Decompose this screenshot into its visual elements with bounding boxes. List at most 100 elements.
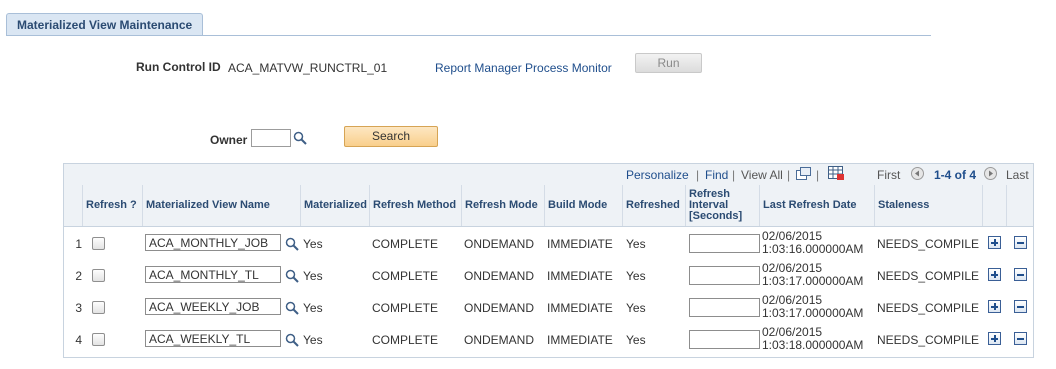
refresh-method-value: COMPLETE [372,333,439,347]
view-lookup-icon[interactable] [285,269,299,283]
build-mode-value: IMMEDIATE [547,301,613,315]
refresh-checkbox[interactable] [92,269,105,282]
refresh-mode-value: ONDEMAND [464,333,535,347]
run-button[interactable]: Run [635,53,702,73]
toolbar-separator: | [696,168,700,182]
header-add [983,185,1007,226]
refresh-mode-value: ONDEMAND [464,301,535,315]
view-all-link[interactable]: View All [741,168,783,182]
refresh-checkbox[interactable] [92,333,105,346]
header-rownum [64,185,83,226]
delete-row-icon[interactable] [1014,300,1027,313]
refresh-interval-field[interactable] [689,330,760,349]
view-lookup-icon[interactable] [285,301,299,315]
header-staleness: Staleness [875,185,983,226]
refresh-mode-value: ONDEMAND [464,269,535,283]
refresh-checkbox[interactable] [92,237,105,250]
refreshed-value: Yes [626,333,646,347]
staleness-value: NEEDS_COMPILE [877,269,980,283]
refresh-method-value: COMPLETE [372,301,439,315]
materialized-view-name-field[interactable]: ACA_MONTHLY_TL [145,266,281,283]
materialized-value: Yes [303,269,323,283]
materialized-value: Yes [303,301,323,315]
refresh-method-value: COMPLETE [372,269,439,283]
add-row-icon[interactable] [988,268,1001,281]
build-mode-value: IMMEDIATE [547,333,613,347]
run-control-label: Run Control ID [136,60,221,74]
run-control-value: ACA_MATVW_RUNCTRL_01 [228,61,388,75]
delete-row-icon[interactable] [1014,268,1027,281]
last-refresh-date-value: 02/06/2015 1:03:18.000000AM [762,325,864,352]
header-refresh-mode: Refresh Mode [462,185,545,226]
header-refresh: Refresh ? [83,185,143,226]
row-number: 4 [75,333,82,347]
refreshed-value: Yes [626,301,646,315]
refreshed-value: Yes [626,237,646,251]
header-refreshed: Refreshed [623,185,686,226]
header-refresh-method: Refresh Method [370,185,462,226]
first-link[interactable]: First [877,168,900,182]
download-grid-icon[interactable] [828,166,845,181]
report-manager-process-monitor-link[interactable]: Report Manager Process Monitor [435,61,612,75]
header-materialized: Materialized [301,185,370,226]
header-build-mode: Build Mode [545,185,623,226]
last-refresh-date-value: 02/06/2015 1:03:17.000000AM [762,261,864,288]
refresh-interval-field[interactable] [689,298,760,317]
header-last-refresh-date: Last Refresh Date [760,185,875,226]
row-number: 2 [75,269,82,283]
materialized-value: Yes [303,237,323,251]
staleness-value: NEEDS_COMPILE [877,301,980,315]
new-window-icon[interactable] [796,167,811,180]
table-row: 3 ACA_WEEKLY_JOB Yes COMPLETE ONDEMAND I… [64,292,1033,324]
delete-row-icon[interactable] [1014,236,1027,249]
header-delete [1007,185,1033,226]
toolbar-separator: | [816,168,820,182]
search-button[interactable]: Search [344,126,438,147]
add-row-icon[interactable] [988,332,1001,345]
staleness-value: NEEDS_COMPILE [877,333,980,347]
last-refresh-date-value: 02/06/2015 1:03:16.000000AM [762,229,864,256]
refresh-method-value: COMPLETE [372,237,439,251]
materialized-view-name-field[interactable]: ACA_WEEKLY_TL [145,330,281,347]
delete-row-icon[interactable] [1014,332,1027,345]
add-row-icon[interactable] [988,300,1001,313]
add-row-icon[interactable] [988,236,1001,249]
materialized-view-grid: Personalize | Find | View All | | First … [63,163,1034,358]
grid-header: Refresh ? Materialized View Name Materia… [64,185,1033,227]
owner-lookup-icon[interactable] [293,131,307,145]
materialized-value: Yes [303,333,323,347]
next-icon[interactable] [984,167,997,180]
personalize-link[interactable]: Personalize [626,168,689,182]
row-number: 1 [75,237,82,251]
toolbar-separator: | [732,168,736,182]
refresh-mode-value: ONDEMAND [464,237,535,251]
table-row: 2 ACA_MONTHLY_TL Yes COMPLETE ONDEMAND I… [64,260,1033,292]
header-refresh-interval: Refresh Interval [Seconds] [686,185,760,226]
previous-icon[interactable] [911,167,924,180]
view-lookup-icon[interactable] [285,333,299,347]
grid-toolbar: Personalize | Find | View All | | First … [64,164,1033,186]
table-row: 1 ACA_MONTHLY_JOB Yes COMPLETE ONDEMAND … [64,228,1033,260]
header-materialized-view-name: Materialized View Name [143,185,301,226]
refresh-interval-field[interactable] [689,234,760,253]
owner-label: Owner [210,133,248,147]
row-number: 3 [75,301,82,315]
table-row: 4 ACA_WEEKLY_TL Yes COMPLETE ONDEMAND IM… [64,324,1033,356]
tab-underline [6,35,931,36]
refresh-interval-field[interactable] [689,266,760,285]
toolbar-separator: | [787,168,791,182]
last-link[interactable]: Last [1006,168,1029,182]
owner-input[interactable] [251,129,291,147]
build-mode-value: IMMEDIATE [547,269,613,283]
find-link[interactable]: Find [705,168,728,182]
build-mode-value: IMMEDIATE [547,237,613,251]
last-refresh-date-value: 02/06/2015 1:03:17.000000AM [762,293,864,320]
tab-materialized-view-maintenance[interactable]: Materialized View Maintenance [6,13,204,36]
materialized-view-name-field[interactable]: ACA_MONTHLY_JOB [145,234,281,251]
view-lookup-icon[interactable] [285,237,299,251]
staleness-value: NEEDS_COMPILE [877,237,980,251]
refresh-checkbox[interactable] [92,301,105,314]
row-range: 1-4 of 4 [934,168,977,182]
refreshed-value: Yes [626,269,646,283]
materialized-view-name-field[interactable]: ACA_WEEKLY_JOB [145,298,281,315]
